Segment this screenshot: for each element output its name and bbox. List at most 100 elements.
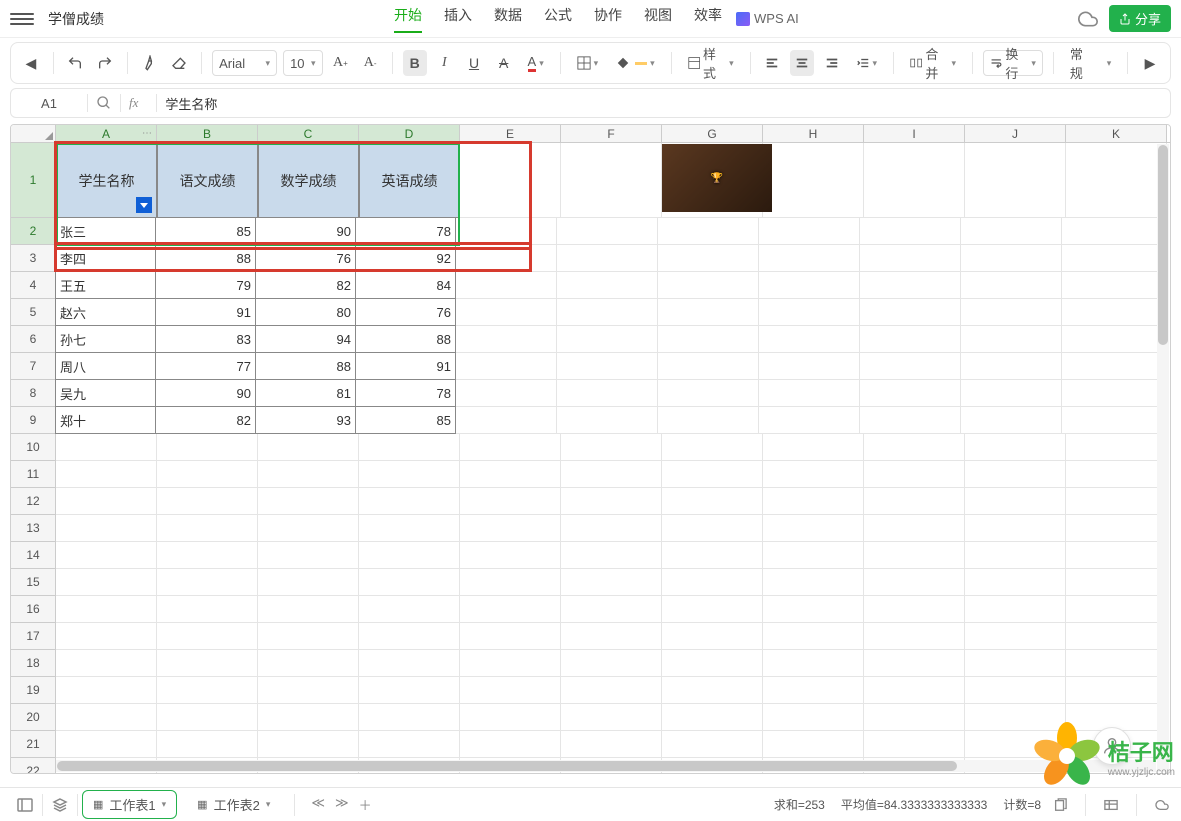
cell[interactable]: [1062, 272, 1163, 299]
row-header[interactable]: 16: [11, 596, 56, 623]
table-cell[interactable]: 91: [355, 352, 456, 380]
cell[interactable]: [456, 245, 557, 272]
cell[interactable]: [456, 353, 557, 380]
cell[interactable]: [456, 218, 557, 245]
table-cell[interactable]: 92: [355, 244, 456, 272]
cell[interactable]: [157, 704, 258, 731]
cell[interactable]: [157, 677, 258, 704]
table-header-cell[interactable]: 数学成绩: [258, 143, 359, 218]
cell[interactable]: [658, 326, 759, 353]
table-cell[interactable]: 81: [255, 379, 356, 407]
col-header-J[interactable]: J: [965, 125, 1066, 142]
view-mode-icon[interactable]: [1104, 798, 1118, 812]
row-header[interactable]: 10: [11, 434, 56, 461]
table-cell[interactable]: 吴九: [55, 379, 156, 407]
cell[interactable]: [561, 461, 662, 488]
cell[interactable]: [460, 677, 561, 704]
cell[interactable]: [864, 623, 965, 650]
cell[interactable]: [157, 542, 258, 569]
table-cell[interactable]: 88: [355, 325, 456, 353]
cell[interactable]: [763, 569, 864, 596]
cell[interactable]: [258, 542, 359, 569]
cell[interactable]: [860, 218, 961, 245]
cell[interactable]: [864, 596, 965, 623]
menu-item-公式[interactable]: 公式: [544, 5, 572, 33]
cell[interactable]: [864, 488, 965, 515]
font-family-select[interactable]: Arial▾: [212, 50, 277, 76]
cell[interactable]: [658, 353, 759, 380]
table-cell[interactable]: 88: [155, 244, 256, 272]
cell[interactable]: [258, 677, 359, 704]
cell[interactable]: [258, 650, 359, 677]
cell[interactable]: [56, 515, 157, 542]
table-header-cell[interactable]: 学生名称: [56, 143, 157, 218]
add-sheet-button[interactable]: ＋: [359, 795, 372, 814]
col-header-C[interactable]: C: [258, 125, 359, 142]
spreadsheet-grid[interactable]: A⋯BCDEFGHIJK 1学生名称语文成绩数学成绩英语成绩2张三8590783…: [10, 124, 1171, 774]
cell[interactable]: [961, 272, 1062, 299]
table-cell[interactable]: 李四: [55, 244, 156, 272]
table-header-cell[interactable]: 语文成绩: [157, 143, 258, 218]
table-cell[interactable]: 90: [155, 379, 256, 407]
cell[interactable]: [359, 434, 460, 461]
cell[interactable]: [759, 272, 860, 299]
table-cell[interactable]: 77: [155, 352, 256, 380]
cell[interactable]: [561, 704, 662, 731]
row-header[interactable]: 18: [11, 650, 56, 677]
col-header-K[interactable]: K: [1066, 125, 1167, 142]
cell[interactable]: [258, 488, 359, 515]
horizontal-scrollbar[interactable]: [56, 760, 1156, 772]
cell[interactable]: [763, 677, 864, 704]
align-right-button[interactable]: [820, 50, 844, 76]
cell[interactable]: [460, 623, 561, 650]
row-header[interactable]: 8: [11, 380, 56, 407]
align-center-button[interactable]: [790, 50, 814, 76]
cell[interactable]: [557, 272, 658, 299]
cell[interactable]: [965, 488, 1066, 515]
sheet-tab[interactable]: ▦ 工作表2 ▾: [187, 791, 280, 818]
cell[interactable]: [359, 650, 460, 677]
table-cell[interactable]: 88: [255, 352, 356, 380]
cell[interactable]: [460, 542, 561, 569]
sheet-nav-first-icon[interactable]: ≪: [311, 795, 325, 814]
cell[interactable]: [860, 272, 961, 299]
cell[interactable]: [56, 731, 157, 758]
cell[interactable]: [460, 461, 561, 488]
cell[interactable]: [157, 434, 258, 461]
cell[interactable]: [965, 623, 1066, 650]
cell[interactable]: [860, 407, 961, 434]
cell[interactable]: [359, 677, 460, 704]
cell[interactable]: [359, 515, 460, 542]
cell[interactable]: [864, 569, 965, 596]
cell[interactable]: [864, 704, 965, 731]
cell[interactable]: [759, 380, 860, 407]
cell[interactable]: [1062, 326, 1163, 353]
cell[interactable]: [864, 143, 965, 218]
row-header[interactable]: 7: [11, 353, 56, 380]
cell[interactable]: [1066, 650, 1167, 677]
cell[interactable]: [965, 461, 1066, 488]
cell[interactable]: [763, 704, 864, 731]
cell[interactable]: [561, 515, 662, 542]
cell[interactable]: [56, 569, 157, 596]
cell[interactable]: [561, 569, 662, 596]
name-box[interactable]: A1: [19, 96, 79, 111]
row-header[interactable]: 12: [11, 488, 56, 515]
row-header[interactable]: 5: [11, 299, 56, 326]
cell[interactable]: [460, 143, 561, 218]
menu-item-视图[interactable]: 视图: [644, 5, 672, 33]
table-cell[interactable]: 80: [255, 298, 356, 326]
row-header[interactable]: 4: [11, 272, 56, 299]
table-cell[interactable]: 93: [255, 406, 356, 434]
cell[interactable]: [763, 650, 864, 677]
cell[interactable]: [965, 677, 1066, 704]
cell[interactable]: [961, 218, 1062, 245]
cell[interactable]: [157, 569, 258, 596]
menu-icon[interactable]: [10, 7, 34, 31]
cell[interactable]: [157, 488, 258, 515]
table-cell[interactable]: 郑十: [55, 406, 156, 434]
cell[interactable]: [1066, 569, 1167, 596]
bold-button[interactable]: B: [403, 50, 427, 76]
cell[interactable]: [359, 704, 460, 731]
cell[interactable]: [258, 623, 359, 650]
